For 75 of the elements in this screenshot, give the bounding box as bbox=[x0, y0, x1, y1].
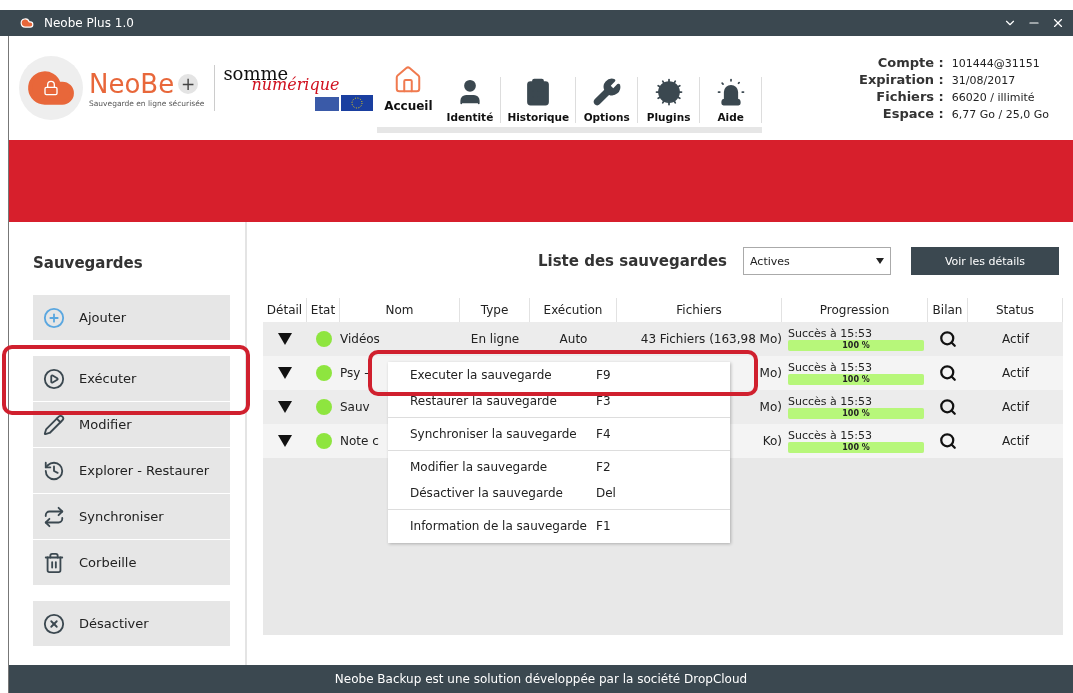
sync-icon bbox=[43, 505, 65, 528]
table-cell: Actif bbox=[1002, 400, 1029, 414]
nav-tab[interactable]: Accueil bbox=[377, 65, 440, 113]
eu-flag-logo bbox=[315, 95, 374, 111]
progress-bar: 100 % bbox=[788, 340, 924, 351]
progress-text: Succès à 15:53 bbox=[788, 361, 873, 374]
caret-icon bbox=[876, 258, 884, 264]
gear-icon bbox=[653, 77, 684, 107]
menu-item[interactable]: Executer la sauvegarde F9 bbox=[388, 362, 730, 388]
nav-tab[interactable]: Aide bbox=[700, 77, 763, 123]
trash-icon bbox=[43, 551, 65, 574]
account-value: 31/08/2017 bbox=[951, 74, 1017, 87]
sidebar-title: Sauvegardes bbox=[33, 254, 144, 272]
search-icon[interactable] bbox=[939, 330, 957, 348]
expand-icon[interactable] bbox=[278, 435, 292, 447]
progress-bar: 100 % bbox=[788, 442, 924, 453]
progress-text: Succès à 15:53 bbox=[788, 327, 873, 340]
play-circle-icon bbox=[43, 367, 65, 390]
window-title: Neobe Plus 1.0 bbox=[44, 16, 135, 30]
plus-circle-icon bbox=[43, 306, 65, 329]
x-circle-icon bbox=[43, 612, 65, 635]
table-cell: Actif bbox=[1002, 434, 1029, 448]
table-cell: Mo) bbox=[759, 366, 782, 380]
sidebar-button[interactable]: Synchroniser bbox=[33, 494, 230, 539]
table-cell: Mo) bbox=[759, 400, 782, 414]
search-icon[interactable] bbox=[939, 432, 957, 450]
sidebar-button[interactable]: Explorer - Restaurer bbox=[33, 448, 230, 493]
brand-name: NeoBe bbox=[89, 68, 175, 99]
account-label: Fichiers : bbox=[875, 89, 944, 104]
table-cell: Actif bbox=[1002, 332, 1029, 346]
progress-text: Succès à 15:53 bbox=[788, 429, 873, 442]
siren-icon bbox=[715, 77, 746, 107]
table-cell: Actif bbox=[1002, 366, 1029, 380]
brand-plus: + bbox=[178, 73, 199, 94]
table-cell: Vidéos bbox=[340, 332, 380, 346]
search-icon[interactable] bbox=[939, 398, 957, 416]
account-label: Compte : bbox=[876, 55, 944, 70]
account-value: 66020 / illimité bbox=[951, 91, 1036, 104]
list-title: Liste des sauvegardes bbox=[537, 252, 727, 270]
account-label: Espace : bbox=[881, 106, 944, 121]
sidebar-button[interactable]: Ajouter bbox=[33, 295, 230, 340]
table-cell: 43 Fichiers (163,98 Mo) bbox=[640, 332, 782, 346]
account-value: 6,77 Go / 25,0 Go bbox=[951, 108, 1049, 121]
progress-text: Succès à 15:53 bbox=[788, 395, 873, 408]
sidebar-button[interactable]: Modifier bbox=[33, 402, 230, 447]
search-icon[interactable] bbox=[939, 364, 957, 382]
account-label: Expiration : bbox=[859, 72, 944, 87]
pencil-icon bbox=[43, 413, 65, 436]
menu-item[interactable]: Synchroniser la sauvegarde F4 bbox=[388, 421, 730, 447]
menu-item[interactable]: Modifier la sauvegarde F2 bbox=[388, 454, 730, 480]
sidebar-button[interactable]: Corbeille bbox=[33, 540, 230, 585]
account-value: 101444@31151 bbox=[951, 57, 1041, 70]
nav-tab[interactable]: Historique bbox=[501, 77, 577, 123]
sidebar-button[interactable]: Exécuter bbox=[33, 356, 230, 401]
close-icon[interactable] bbox=[1051, 16, 1065, 30]
nav-tab[interactable]: Options bbox=[576, 77, 639, 123]
table-cell: En ligne bbox=[470, 332, 520, 346]
table-cell: Note c bbox=[340, 434, 379, 448]
menu-item[interactable]: Désactiver la sauvegarde Del bbox=[388, 480, 730, 506]
progress-bar: 100 % bbox=[788, 374, 924, 385]
nav-tab[interactable]: Identité bbox=[439, 77, 502, 123]
history-icon bbox=[43, 459, 65, 482]
nav-tab[interactable]: Plugins bbox=[638, 77, 701, 123]
cloud-icon bbox=[20, 16, 34, 30]
table-cell: Ko) bbox=[762, 434, 782, 448]
details-button[interactable]: Voir les détails bbox=[911, 247, 1059, 275]
sidebar-button[interactable]: Désactiver bbox=[33, 601, 230, 646]
table-cell: Psy - bbox=[340, 366, 369, 380]
wrench-icon bbox=[591, 77, 622, 107]
progress-bar: 100 % bbox=[788, 408, 924, 419]
table-cell: Sauv bbox=[340, 400, 370, 414]
menu-item[interactable]: Information de la sauvegarde F1 bbox=[388, 513, 730, 539]
table-cell: Auto bbox=[559, 332, 588, 346]
footer-text: Neobe Backup est une solution développée par la société DropCloud bbox=[334, 672, 748, 686]
filter-dropdown[interactable]: Actives bbox=[743, 247, 891, 275]
